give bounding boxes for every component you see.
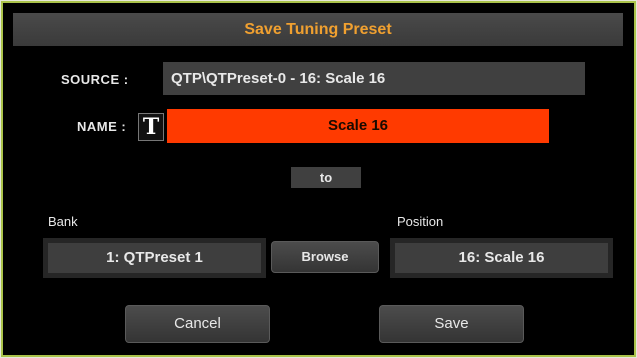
position-value: 16: Scale 16 [395,243,608,273]
text-edit-icon[interactable]: T [138,113,164,141]
source-label: SOURCE : [61,72,129,87]
dialog-title: Save Tuning Preset [13,13,623,46]
save-tuning-preset-dialog: Save Tuning Preset SOURCE : QTP\QTPreset… [1,1,636,357]
position-selector[interactable]: 16: Scale 16 [390,238,613,278]
position-label: Position [397,214,444,229]
bank-selector[interactable]: 1: QTPreset 1 [43,238,266,278]
save-button[interactable]: Save [379,305,524,343]
browse-button[interactable]: Browse [271,241,379,273]
cancel-button[interactable]: Cancel [125,305,270,343]
bank-label: Bank [48,214,78,229]
to-label: to [291,167,361,188]
source-field: QTP\QTPreset-0 - 16: Scale 16 [163,62,585,95]
name-label: NAME : [77,119,127,134]
bank-value: 1: QTPreset 1 [48,243,261,273]
name-field[interactable]: Scale 16 [167,109,549,143]
